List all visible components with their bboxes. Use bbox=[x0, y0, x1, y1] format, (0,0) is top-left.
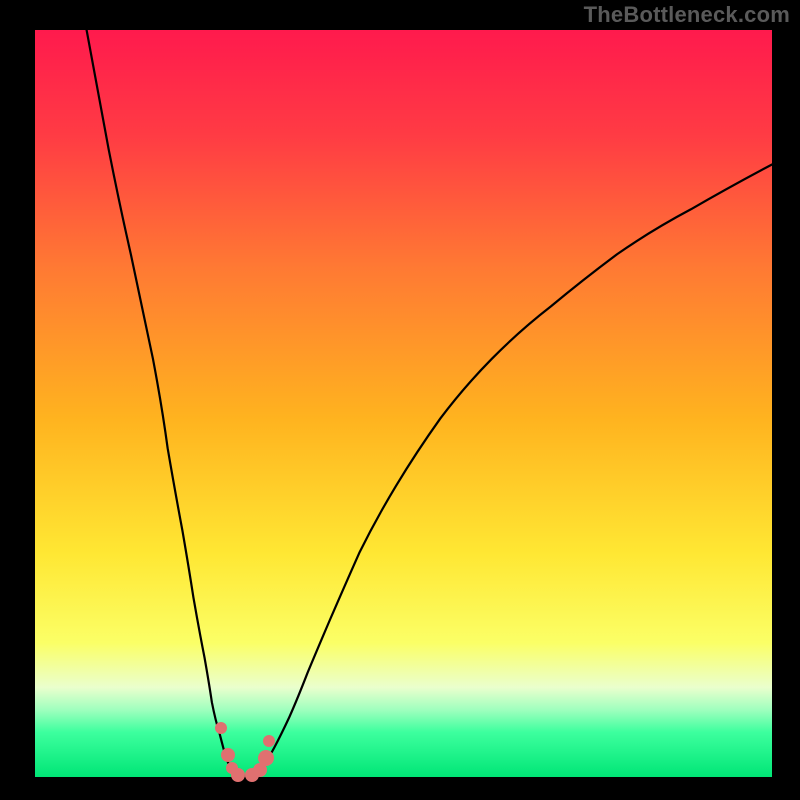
marker-p4 bbox=[231, 768, 245, 782]
bottleneck-curve bbox=[35, 30, 772, 777]
watermark-text: TheBottleneck.com bbox=[584, 2, 790, 28]
marker-p7 bbox=[258, 750, 274, 766]
marker-p1 bbox=[215, 722, 227, 734]
curve-path bbox=[87, 30, 772, 776]
chart-frame: TheBottleneck.com bbox=[0, 0, 800, 800]
marker-p2 bbox=[221, 748, 235, 762]
marker-p8 bbox=[263, 735, 275, 747]
plot-area bbox=[35, 30, 772, 777]
